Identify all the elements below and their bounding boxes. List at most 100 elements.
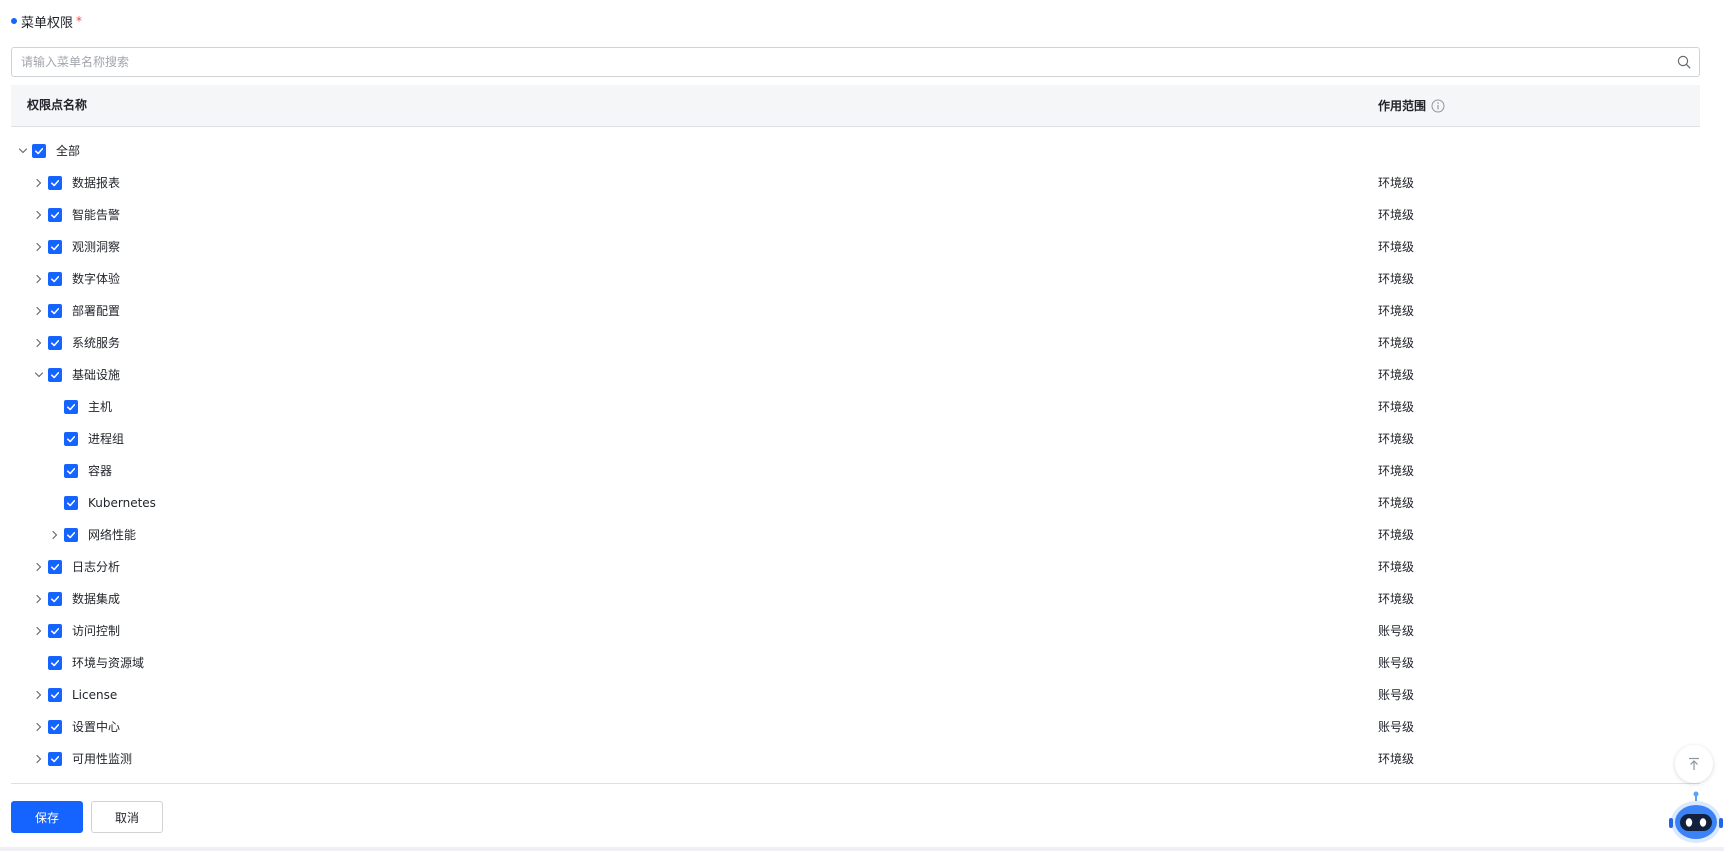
row-scope: 环境级: [1378, 304, 1415, 318]
row-scope: 环境级: [1378, 464, 1415, 478]
checkbox[interactable]: [48, 592, 62, 606]
row-label: 网络性能: [88, 528, 137, 542]
row-label: 可用性监测: [72, 752, 133, 766]
row-label: 数据集成: [72, 592, 121, 606]
checkbox[interactable]: [48, 208, 62, 222]
check-icon: [67, 436, 76, 443]
chevron-right-icon[interactable]: [33, 721, 45, 733]
tree-row[interactable]: 部署配置 环境级: [11, 295, 1700, 327]
check-icon: [51, 276, 60, 283]
row-label: 数字体验: [72, 272, 121, 286]
checkbox[interactable]: [48, 560, 62, 574]
row-label: Kubernetes: [88, 496, 156, 510]
permission-tree: 全部 数据报表 环境级 智能告警 环境级 观测洞察 环境级 数字体验 环境级 部署配置 环境级 系统服…: [11, 135, 1700, 775]
checkbox[interactable]: [64, 528, 78, 542]
tree-row[interactable]: 容器 环境级: [11, 455, 1700, 487]
tree-row[interactable]: 智能告警 环境级: [11, 199, 1700, 231]
tree-row[interactable]: 观测洞察 环境级: [11, 231, 1700, 263]
search-input[interactable]: [12, 49, 1669, 75]
row-scope: 环境级: [1378, 208, 1415, 222]
checkbox[interactable]: [48, 656, 62, 670]
tree-row[interactable]: 全部: [11, 135, 1700, 167]
tree-row[interactable]: 数据报表 环境级: [11, 167, 1700, 199]
row-label: 智能告警: [72, 208, 121, 222]
chevron-right-icon[interactable]: [33, 593, 45, 605]
checkbox[interactable]: [32, 144, 46, 158]
tree-row[interactable]: License 账号级: [11, 679, 1700, 711]
chevron-right-icon[interactable]: [33, 753, 45, 765]
checkbox[interactable]: [48, 624, 62, 638]
chevron-right-icon[interactable]: [33, 625, 45, 637]
chevron-right-icon[interactable]: [33, 273, 45, 285]
row-scope: 环境级: [1378, 336, 1415, 350]
row-label: 访问控制: [72, 624, 121, 638]
tree-row[interactable]: 网络性能 环境级: [11, 519, 1700, 551]
row-scope: 环境级: [1378, 176, 1415, 190]
tree-row[interactable]: 可用性监测 环境级: [11, 743, 1700, 775]
checkbox[interactable]: [64, 464, 78, 478]
chevron-down-icon[interactable]: [17, 145, 29, 157]
checkbox[interactable]: [64, 400, 78, 414]
checkbox[interactable]: [48, 336, 62, 350]
checkbox[interactable]: [64, 432, 78, 446]
checkbox[interactable]: [48, 272, 62, 286]
search-icon[interactable]: [1669, 48, 1699, 76]
chevron-right-icon[interactable]: [33, 689, 45, 701]
tree-row[interactable]: 设置中心 账号级: [11, 711, 1700, 743]
checkbox[interactable]: [48, 368, 62, 382]
row-scope: 账号级: [1378, 720, 1415, 734]
tree-row[interactable]: 日志分析 环境级: [11, 551, 1700, 583]
tree-row[interactable]: 环境与资源域 账号级: [11, 647, 1700, 679]
row-scope: 环境级: [1378, 432, 1415, 446]
table-header: 权限点名称 作用范围: [11, 85, 1700, 127]
row-scope: 环境级: [1378, 752, 1415, 766]
checkbox[interactable]: [48, 304, 62, 318]
tree-row[interactable]: 数据集成 环境级: [11, 583, 1700, 615]
check-icon: [35, 148, 44, 155]
header-scope: 作用范围: [1378, 85, 1445, 126]
tree-row[interactable]: 系统服务 环境级: [11, 327, 1700, 359]
back-to-top-button[interactable]: [1675, 745, 1713, 783]
checkbox[interactable]: [48, 688, 62, 702]
row-label: 全部: [56, 144, 81, 158]
row-scope: 账号级: [1378, 656, 1415, 670]
row-label: 数据报表: [72, 176, 121, 190]
chevron-right-icon[interactable]: [49, 529, 61, 541]
row-label: 基础设施: [72, 368, 121, 382]
chevron-right-icon[interactable]: [33, 561, 45, 573]
tree-row[interactable]: Kubernetes 环境级: [11, 487, 1700, 519]
checkbox[interactable]: [48, 176, 62, 190]
chevron-right-icon[interactable]: [33, 209, 45, 221]
checkbox[interactable]: [64, 496, 78, 510]
row-label: 主机: [88, 400, 113, 414]
tree-row[interactable]: 数字体验 环境级: [11, 263, 1700, 295]
robot-assistant-icon[interactable]: [1668, 790, 1724, 846]
required-mark: *: [76, 14, 83, 28]
info-icon[interactable]: [1431, 99, 1445, 113]
checkbox[interactable]: [48, 240, 62, 254]
chevron-right-icon[interactable]: [33, 241, 45, 253]
check-icon: [51, 692, 60, 699]
checkbox[interactable]: [48, 720, 62, 734]
row-label: 环境与资源域: [72, 656, 145, 670]
tree-row[interactable]: 进程组 环境级: [11, 423, 1700, 455]
row-label: 容器: [88, 464, 113, 478]
checkbox[interactable]: [48, 752, 62, 766]
chevron-right-icon[interactable]: [33, 305, 45, 317]
back-to-top-icon: [1689, 757, 1699, 770]
tree-row[interactable]: 基础设施 环境级: [11, 359, 1700, 391]
tree-row[interactable]: 访问控制 账号级: [11, 615, 1700, 647]
row-scope: 环境级: [1378, 368, 1415, 382]
chevron-right-icon[interactable]: [33, 177, 45, 189]
chevron-right-icon[interactable]: [33, 337, 45, 349]
cancel-button[interactable]: 取消: [91, 801, 163, 833]
chevron-down-icon[interactable]: [33, 369, 45, 381]
tree-row[interactable]: 主机 环境级: [11, 391, 1700, 423]
check-icon: [51, 372, 60, 379]
row-label: 日志分析: [72, 560, 121, 574]
save-button[interactable]: 保存: [11, 801, 83, 833]
search-box: [11, 47, 1700, 77]
row-scope: 环境级: [1378, 592, 1415, 606]
check-icon: [51, 628, 60, 635]
row-scope: 环境级: [1378, 560, 1415, 574]
